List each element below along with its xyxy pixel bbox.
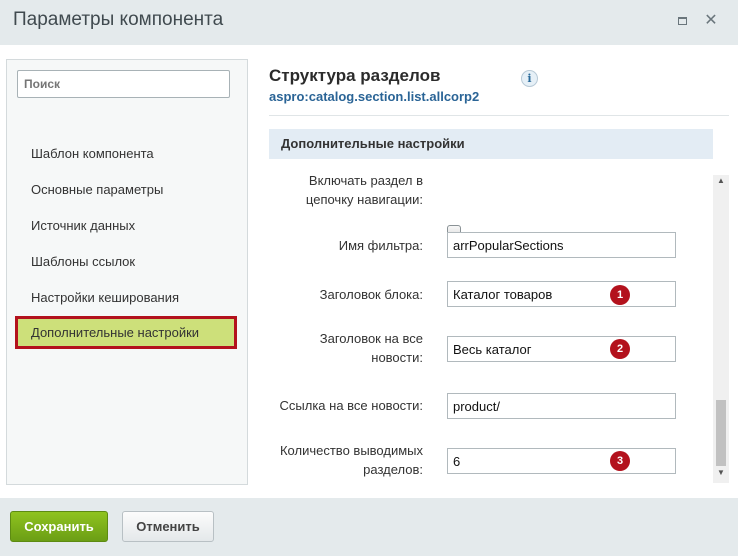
nav-chain-label: Включать раздел в цепочку навигации: [305,173,423,207]
sidebar-item-label: Настройки кеширования [31,290,180,305]
block-title-label: Заголовок блока: [319,287,423,302]
sidebar-item-label: Дополнительные настройки [31,325,200,340]
filter-name-input[interactable] [447,232,676,258]
sidebar-item-template[interactable]: Шаблон компонента [15,137,237,170]
sidebar: Шаблон компонента Основные параметры Ист… [6,59,248,485]
scroll-up-icon[interactable]: ▲ [713,175,729,187]
sidebar-item-label: Шаблоны ссылок [31,254,136,269]
marker-badge-2: 2 [610,339,630,359]
title-bar: Параметры компонента ✕ [0,0,738,45]
dialog-footer: Сохранить Отменить [0,498,738,556]
sidebar-item-additional[interactable]: Дополнительные настройки [15,316,237,349]
cancel-button[interactable]: Отменить [122,511,214,542]
maximize-icon[interactable] [676,14,690,28]
divider [269,115,729,116]
search-input[interactable] [17,70,230,98]
count-input[interactable] [447,448,676,474]
sidebar-item-caching[interactable]: Настройки кеширования [15,281,237,314]
marker-badge-1: 1 [610,285,630,305]
window-title: Параметры компонента [13,9,224,30]
scroll-down-icon[interactable]: ▼ [713,467,729,479]
section-header: Дополнительные настройки [269,129,713,159]
all-news-link-label: Ссылка на все новости: [279,398,423,413]
info-icon[interactable]: i [521,70,538,87]
component-title: Структура разделов [269,66,441,85]
filter-name-label: Имя фильтра: [338,238,423,253]
component-code: aspro:catalog.section.list.allcorp2 [269,89,480,104]
all-news-title-label: Заголовок на все новости: [319,331,423,365]
dialog-content: Шаблон компонента Основные параметры Ист… [0,45,738,498]
save-button[interactable]: Сохранить [10,511,108,542]
vertical-scrollbar[interactable]: ▲ ▼ [713,175,729,483]
block-title-input[interactable] [447,281,676,307]
sidebar-item-main-params[interactable]: Основные параметры [15,173,237,206]
marker-badge-3: 3 [610,451,630,471]
all-news-title-input[interactable] [447,336,676,362]
all-news-link-input[interactable] [447,393,676,419]
sidebar-item-label: Источник данных [31,218,136,233]
close-icon[interactable]: ✕ [704,13,718,29]
sidebar-item-data-source[interactable]: Источник данных [15,209,237,242]
sidebar-item-label: Шаблон компонента [31,146,154,161]
sidebar-item-link-templates[interactable]: Шаблоны ссылок [15,245,237,278]
sidebar-item-label: Основные параметры [31,182,164,197]
count-label: Количество выводимых разделов: [279,443,423,477]
scroll-thumb[interactable] [716,400,726,466]
settings-panel: Дополнительные настройки Включать раздел… [269,125,713,485]
